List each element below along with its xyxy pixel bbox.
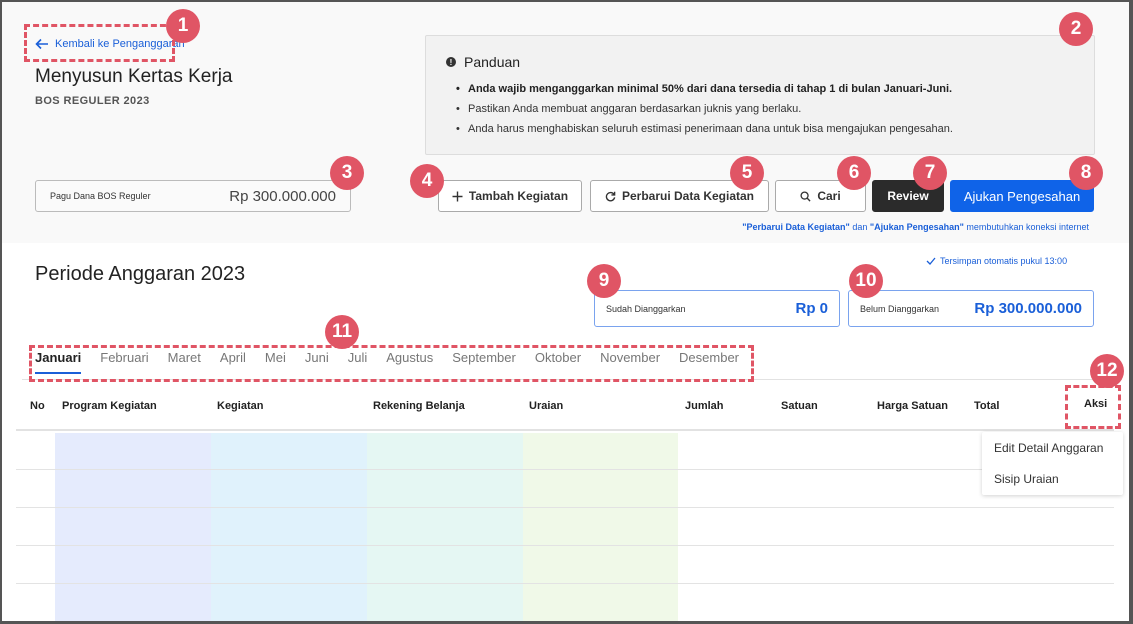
plus-icon <box>452 191 463 201</box>
refresh-icon <box>605 191 616 201</box>
col-bg-kegiatan <box>211 433 367 621</box>
table-row <box>16 469 1114 470</box>
annotation-badge: 10 <box>849 264 883 298</box>
annotation-box-1 <box>24 24 175 62</box>
guide-item: Pastikan Anda membuat anggaran berdasark… <box>456 99 953 119</box>
annotation-box-12 <box>1065 385 1121 429</box>
autosave-status: Tersimpan otomatis pukul 13:00 <box>926 256 1067 266</box>
col-header-uraian: Uraian <box>529 400 564 412</box>
annotation-badge: 9 <box>587 264 621 298</box>
conn-note-part2: dan <box>849 222 870 232</box>
guide-panel: ! Panduan Anda wajib menganggarkan minim… <box>425 35 1095 155</box>
guide-title: ! Panduan <box>446 54 520 70</box>
add-activity-label: Tambah Kegiatan <box>468 189 569 203</box>
conn-note-part1: "Perbarui Data Kegiatan" <box>742 222 850 232</box>
budgeted-value: Rp 0 <box>795 300 828 317</box>
table-row <box>16 583 1114 584</box>
submit-approval-button[interactable]: Ajukan Pengesahan <box>950 180 1094 212</box>
table-row <box>16 545 1114 546</box>
table-body <box>16 433 1114 621</box>
col-header-satuan: Satuan <box>781 400 818 412</box>
page-subtitle: BOS REGULER 2023 <box>35 95 150 107</box>
autosave-label: Tersimpan otomatis pukul 13:00 <box>940 256 1068 266</box>
annotation-badge: 5 <box>730 156 764 190</box>
add-activity-button[interactable]: Tambah Kegiatan <box>438 180 582 212</box>
col-header-total: Total <box>974 400 1000 412</box>
col-header-kegiatan: Kegiatan <box>217 400 264 412</box>
connection-note: "Perbarui Data Kegiatan" dan "Ajukan Pen… <box>742 222 1089 232</box>
col-bg-program <box>55 433 211 621</box>
guide-list: Anda wajib menganggarkan minimal 50% dar… <box>456 79 953 139</box>
conn-note-part4: membutuhkan koneksi internet <box>963 222 1089 232</box>
menu-item-edit-detail[interactable]: Edit Detail Anggaran <box>994 441 1103 455</box>
annotation-badge: 11 <box>325 315 359 349</box>
table-header: No Program Kegiatan Kegiatan Rekening Be… <box>16 387 1114 431</box>
unbudgeted-box: Belum Dianggarkan Rp 300.000.000 <box>848 290 1094 327</box>
page-title: Menyusun Kertas Kerja <box>35 66 233 87</box>
budgeted-box: Sudah Dianggarkan Rp 0 <box>594 290 840 327</box>
annotation-badge: 1 <box>166 9 200 43</box>
info-icon: ! <box>446 57 456 67</box>
col-bg-uraian <box>523 433 678 621</box>
menu-item-insert-description[interactable]: Sisip Uraian <box>994 472 1059 486</box>
pagu-label: Pagu Dana BOS Reguler <box>50 191 151 201</box>
col-header-harga: Harga Satuan <box>877 400 948 412</box>
pagu-value: Rp 300.000.000 <box>229 187 336 205</box>
guide-item: Anda wajib menganggarkan minimal 50% dar… <box>456 79 953 99</box>
action-menu: Edit Detail Anggaran Sisip Uraian <box>982 432 1123 495</box>
annotation-badge: 12 <box>1090 354 1124 388</box>
annotation-badge: 3 <box>330 156 364 190</box>
annotation-badge: 7 <box>913 156 947 190</box>
annotation-badge: 4 <box>410 164 444 198</box>
check-icon <box>926 257 936 265</box>
col-header-program: Program Kegiatan <box>62 400 157 412</box>
app-frame: Kembali ke Penganggaran Menyusun Kertas … <box>0 0 1133 624</box>
annotation-badge: 8 <box>1069 156 1103 190</box>
unbudgeted-value: Rp 300.000.000 <box>974 300 1082 317</box>
refresh-label: Perbarui Data Kegiatan <box>621 189 755 203</box>
period-title: Periode Anggaran 2023 <box>35 263 246 285</box>
col-header-jumlah: Jumlah <box>685 400 724 412</box>
annotation-badge: 6 <box>837 156 871 190</box>
search-label: Cari <box>817 189 841 203</box>
col-header-rekening: Rekening Belanja <box>373 400 465 412</box>
search-icon <box>800 190 811 202</box>
col-header-no: No <box>30 400 45 412</box>
table-row <box>16 507 1114 508</box>
unbudgeted-label: Belum Dianggarkan <box>860 303 940 314</box>
conn-note-part3: "Ajukan Pengesahan" <box>869 222 964 232</box>
budgeted-label: Sudah Dianggarkan <box>606 303 686 314</box>
annotation-box-11 <box>29 345 754 382</box>
col-bg-rekening <box>367 433 523 621</box>
pagu-dana-box: Pagu Dana BOS Reguler Rp 300.000.000 <box>35 180 351 212</box>
annotation-badge: 2 <box>1059 12 1093 46</box>
guide-title-label: Panduan <box>464 54 521 70</box>
guide-item: Anda harus menghabiskan seluruh estimasi… <box>456 119 953 139</box>
